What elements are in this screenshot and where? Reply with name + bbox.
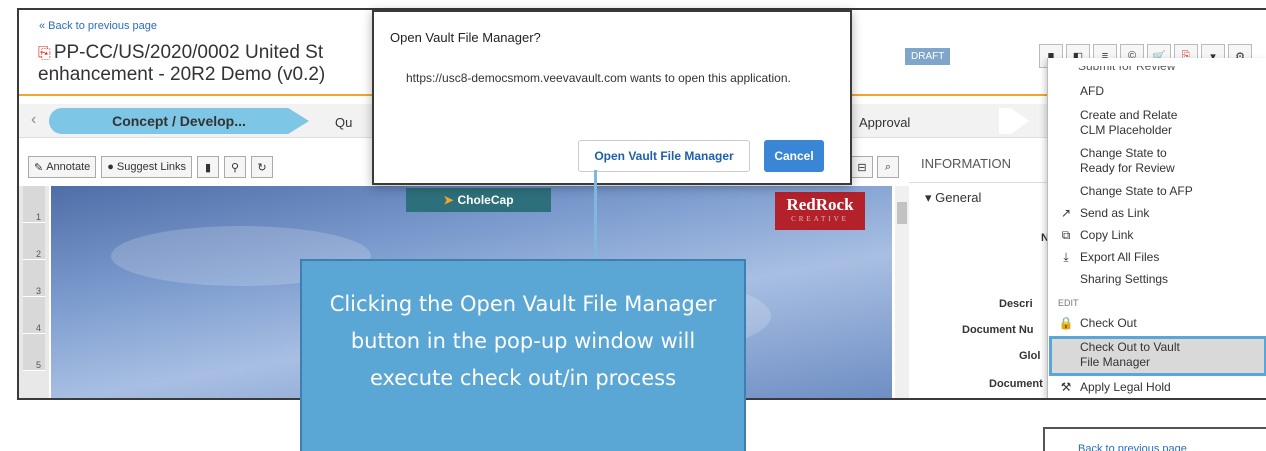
copy-icon: ⧉	[1061, 228, 1071, 242]
page-number[interactable]: 2	[23, 223, 45, 260]
page-number[interactable]: 3	[23, 260, 45, 297]
menu-section-edit: EDIT	[1058, 298, 1079, 308]
refresh-icon[interactable]: ↻	[251, 156, 274, 178]
search-icon[interactable]: ⌕	[877, 156, 899, 178]
viewer-toolbar: ✎ Annotate ● Suggest Links ▮ ⚲ ↻	[28, 156, 274, 178]
bird-icon: ➤	[443, 193, 454, 207]
scrollbar-thumb[interactable]	[897, 202, 907, 224]
step-concept-develop[interactable]: Concept / Develop...	[49, 108, 309, 134]
gavel-icon: ⚒	[1060, 380, 1072, 394]
menu-item-create-relate-clm[interactable]: Create and Relate CLM Placeholder	[1048, 108, 1266, 138]
page-thumbnail-rail: 1 2 3 4 5	[19, 186, 49, 398]
field-label: Document Nu	[962, 324, 1034, 336]
share-icon: ↗	[1060, 206, 1072, 220]
cholecap-logo: ➤ CholeCap	[406, 188, 551, 212]
redrock-logo: RedRock CREATIVE	[775, 192, 865, 230]
document-actions-menu: Submit for Review AFD Create and Relate …	[1047, 58, 1266, 398]
cancel-button[interactable]: Cancel	[764, 140, 824, 172]
step-approval[interactable]: Approval	[859, 115, 910, 130]
callout-connector	[594, 170, 597, 260]
menu-item-send-as-link[interactable]: ↗ Send as Link	[1048, 206, 1266, 221]
annotate-button[interactable]: ✎ Annotate	[28, 156, 97, 178]
menu-item-check-out-vault-file-manager[interactable]: Check Out to Vault File Manager	[1048, 340, 1266, 370]
page-number[interactable]: 1	[23, 186, 45, 223]
menu-item-afd[interactable]: AFD	[1048, 84, 1266, 99]
lightbulb-icon: ●	[107, 161, 114, 173]
status-badge: DRAFT	[905, 48, 951, 65]
chevron-left-icon[interactable]: ‹	[31, 111, 36, 129]
document-title: ⎘ PP-CC/US/2020/0002 United St enhancemen…	[38, 42, 326, 85]
step-chevron	[999, 108, 1029, 134]
field-label: Glol	[1019, 350, 1041, 362]
general-section-toggle[interactable]: ▾ General	[925, 190, 981, 206]
step-quality[interactable]: Qu	[335, 115, 352, 130]
menu-item-change-ready-for-review[interactable]: Change State to Ready for Review	[1048, 146, 1266, 176]
menu-item-apply-legal-hold[interactable]: ⚒ Apply Legal Hold	[1048, 380, 1266, 395]
fit-page-icon[interactable]: ⊟	[851, 156, 873, 178]
download-icon: ⤓	[1063, 250, 1069, 264]
menu-item-check-out[interactable]: 🔒 Check Out	[1048, 316, 1266, 331]
suggest-links-button[interactable]: ● Suggest Links	[101, 156, 193, 178]
back-to-previous-link[interactable]: « Back to previous page	[39, 20, 157, 32]
annotate-icon: ✎	[34, 161, 44, 174]
next-screenshot-preview: Back to previous page	[1043, 427, 1266, 451]
field-label: Descri	[999, 298, 1033, 310]
menu-item-change-state-afp[interactable]: Change State to AFP	[1048, 184, 1266, 199]
menu-item-export-all-files[interactable]: ⤓ Export All Files	[1048, 250, 1266, 265]
menu-item-sharing-settings[interactable]: Sharing Settings	[1048, 272, 1266, 287]
field-label: Document	[989, 378, 1043, 390]
open-app-dialog: Open Vault File Manager? https://usc8-de…	[372, 10, 852, 185]
pdf-icon: ⎘	[38, 45, 51, 62]
page-number[interactable]: 4	[23, 297, 45, 334]
viewer-zoom-controls: ⊟ ⌕	[851, 156, 899, 178]
open-vault-file-manager-button[interactable]: Open Vault File Manager	[578, 140, 750, 172]
mini-back-link: Back to previous page	[1078, 443, 1187, 451]
information-panel-header[interactable]: INFORMATION	[921, 156, 1011, 171]
page-number[interactable]: 5	[23, 334, 45, 371]
menu-item-submit-for-review[interactable]: Submit for Review	[1078, 66, 1175, 73]
instruction-callout: Clicking the Open Vault File Manager but…	[300, 259, 746, 451]
dialog-message: https://usc8-democsmom.veevavault.com wa…	[406, 71, 791, 85]
dialog-title: Open Vault File Manager?	[390, 30, 541, 45]
bookmark-icon[interactable]: ▮	[197, 156, 220, 178]
caret-down-icon: ▾	[925, 190, 936, 205]
viewer-scrollbar[interactable]	[895, 186, 909, 398]
location-pin-icon[interactable]: ⚲	[224, 156, 247, 178]
lock-icon: 🔒	[1058, 316, 1074, 330]
menu-item-copy-link[interactable]: ⧉ Copy Link	[1048, 228, 1266, 243]
